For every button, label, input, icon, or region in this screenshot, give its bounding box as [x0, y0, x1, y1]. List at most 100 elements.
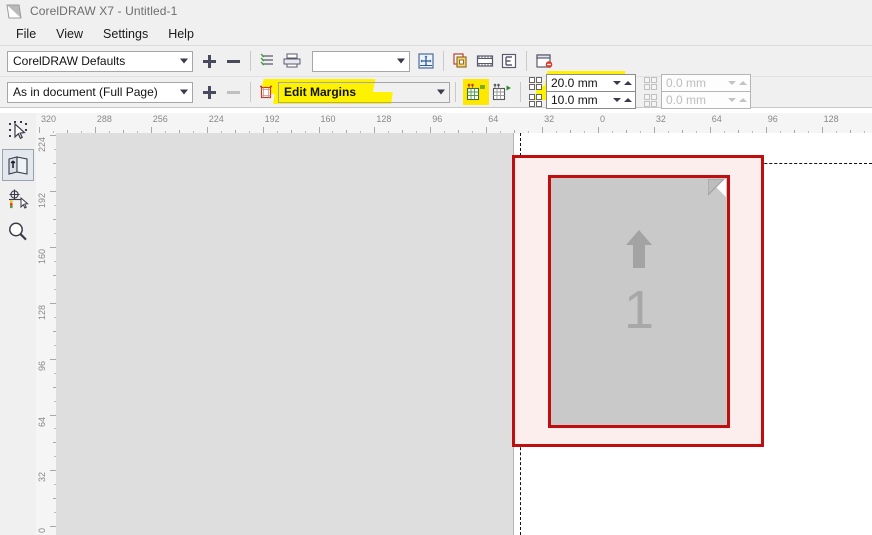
- left-right-margin-input[interactable]: 10.0 mm: [546, 91, 636, 109]
- page-fold-icon: [708, 179, 726, 197]
- ruler-label: 160: [320, 114, 336, 124]
- toolbox: [0, 113, 37, 535]
- menu-item-view[interactable]: View: [46, 24, 93, 44]
- minus-icon: [226, 90, 240, 94]
- ruler-label: 224: [37, 137, 47, 153]
- zoom-tool-button[interactable]: [3, 217, 33, 247]
- menu-item-settings[interactable]: Settings: [93, 24, 158, 44]
- registration-marks-tool-button[interactable]: [3, 184, 33, 214]
- chevron-down-icon: [180, 58, 188, 64]
- add-preset-button[interactable]: [197, 49, 221, 73]
- imposition-layout-tool-button[interactable]: [2, 149, 34, 181]
- ruler-label: 160: [37, 248, 47, 264]
- spinner-arrows[interactable]: [613, 98, 632, 102]
- remove-layout-button: [221, 80, 245, 104]
- filmstrip-icon: [476, 55, 494, 67]
- page-fit-icon: [418, 53, 434, 69]
- print-settings-button[interactable]: [256, 49, 280, 73]
- gutter-horizontal-icon: [644, 93, 657, 107]
- chevron-down-icon: [437, 89, 445, 95]
- preset-combo-value: CorelDRAW Defaults: [13, 54, 126, 68]
- ruler-label: 0: [37, 528, 47, 534]
- margin-fields-primary: 20.0 mm 10.0 mm: [529, 74, 636, 109]
- spinner-down-icon: [728, 81, 736, 85]
- ruler-label: 96: [37, 360, 47, 371]
- edit-margins-icon: [260, 85, 272, 99]
- margins-controls: [463, 79, 515, 105]
- add-layout-button[interactable]: [197, 80, 221, 104]
- remove-preset-button[interactable]: [221, 49, 245, 73]
- equal-margins-icon: [466, 83, 485, 101]
- coreldraw-logo-icon: [6, 4, 22, 18]
- toolbar-separator: [526, 51, 527, 71]
- left-right-margin-value: 10.0 mm: [551, 93, 598, 107]
- spinner-down-icon[interactable]: [613, 98, 621, 102]
- ruler-label: 288: [96, 114, 112, 124]
- print-preview-canvas[interactable]: 1: [56, 133, 872, 535]
- printer-icon: [283, 53, 301, 68]
- gutter-vertical-row: 0.0 mm: [644, 74, 751, 92]
- delete-page-button[interactable]: [532, 49, 556, 73]
- horizontal-ruler[interactable]: 320 288 256 224 192 160 128 96 64 32 0 32 64 96 128: [36, 113, 872, 134]
- menu-item-file[interactable]: File: [6, 24, 46, 44]
- spinner-up-icon: [739, 98, 747, 102]
- toolbar-separator: [443, 51, 444, 71]
- page-type-combo-value: As in document (Full Page): [13, 85, 158, 99]
- imposition-layout-tool-icon: [8, 156, 28, 175]
- spinner-up-icon[interactable]: [624, 98, 632, 102]
- page-type-combo[interactable]: As in document (Full Page): [7, 81, 193, 103]
- ruler-label: 32: [544, 114, 555, 124]
- spinner-up-icon[interactable]: [624, 81, 632, 85]
- printer-button[interactable]: [280, 49, 304, 73]
- margin-vertical-icon: [529, 76, 542, 90]
- letter-e-button[interactable]: [497, 49, 521, 73]
- registration-marks-tool-icon: [9, 189, 29, 209]
- margin-horizontal-icon: [529, 93, 542, 107]
- ruler-label: 128: [37, 304, 47, 320]
- edit-margins-label: Edit Margins: [284, 85, 357, 99]
- duplicate-pages-button[interactable]: [449, 49, 473, 73]
- top-bottom-margin-row: 20.0 mm: [529, 74, 636, 92]
- chevron-down-icon: [397, 58, 405, 64]
- document-page[interactable]: 1: [548, 175, 730, 428]
- spinner-down-icon: [728, 98, 736, 102]
- filmstrip-button[interactable]: [473, 49, 497, 73]
- toolbar-separator: [250, 51, 251, 71]
- preset-combo[interactable]: CorelDRAW Defaults: [7, 50, 193, 72]
- top-bottom-margin-value: 20.0 mm: [551, 76, 598, 90]
- pick-tool-button[interactable]: [3, 116, 33, 146]
- toolbar-presets: CorelDRAW Defaults: [0, 46, 872, 77]
- pick-tool-icon: [9, 121, 27, 140]
- ruler-label: 192: [37, 192, 47, 208]
- ruler-label: 192: [264, 114, 280, 124]
- vertical-ruler[interactable]: 224 192 160 128 96 64 32 0: [36, 133, 57, 535]
- equal-margins-button[interactable]: [463, 79, 489, 105]
- mirror-margins-button[interactable]: [489, 79, 515, 105]
- minus-icon: [226, 59, 240, 63]
- print-style-combo[interactable]: [312, 50, 410, 72]
- spinner-arrows: [728, 98, 747, 102]
- menu-item-help[interactable]: Help: [158, 24, 204, 44]
- left-right-margin-row: 10.0 mm: [529, 91, 636, 109]
- delete-page-icon: [536, 54, 553, 68]
- coreldraw-print-preview-window: CorelDRAW X7 - Untitled-1 File View Sett…: [0, 0, 872, 535]
- title-bar: CorelDRAW X7 - Untitled-1: [0, 0, 872, 23]
- ruler-label: 64: [711, 114, 722, 124]
- zoom-tool-icon: [9, 222, 27, 241]
- plus-icon: [202, 85, 216, 99]
- gutter-vertical-value: 0.0 mm: [666, 76, 707, 90]
- ruler-label: 64: [37, 416, 47, 427]
- page-number-label: 1: [623, 280, 655, 340]
- chevron-down-icon: [180, 89, 188, 95]
- spinner-arrows[interactable]: [613, 81, 632, 85]
- spinner-down-icon[interactable]: [613, 81, 621, 85]
- ruler-label: 128: [823, 114, 839, 124]
- toolbar-separator: [520, 82, 521, 102]
- toolbar-separator: [250, 82, 251, 102]
- page-fit-button[interactable]: [414, 49, 438, 73]
- ruler-label: 0: [600, 114, 606, 124]
- ruler-label: 224: [208, 114, 224, 124]
- gutter-vertical-icon: [644, 76, 657, 90]
- up-arrow-icon: [626, 230, 652, 268]
- top-bottom-margin-input[interactable]: 20.0 mm: [546, 74, 636, 92]
